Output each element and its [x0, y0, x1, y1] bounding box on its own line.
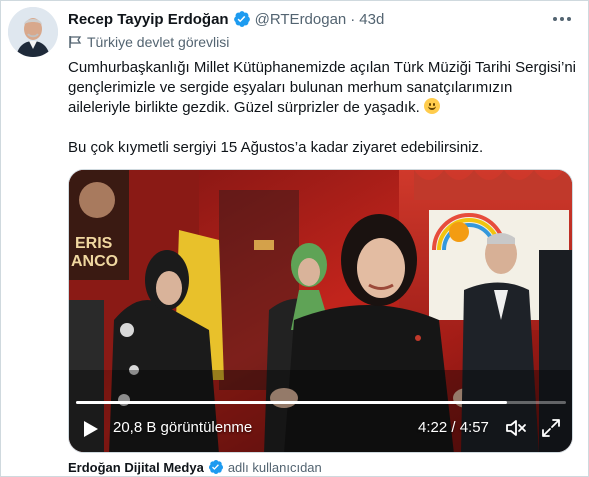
tweet-timestamp[interactable]: 43d — [359, 11, 384, 28]
government-label[interactable]: Türkiye devlet görevlisi — [68, 33, 229, 51]
more-options-icon[interactable] — [550, 11, 574, 27]
fullscreen-icon[interactable] — [541, 418, 561, 438]
video-timecode: 4:22 / 4:57 — [418, 419, 489, 436]
smiling-face-emoji-icon — [423, 98, 440, 114]
video-player[interactable]: ERIS ANCO 20,8 B görüntülenme 4:22 / 4:5… — [68, 169, 573, 453]
avatar[interactable] — [8, 7, 58, 57]
attribution-suffix: adlı kullanıcıdan — [227, 459, 322, 475]
author-name[interactable]: Recep Tayyip Erdoğan — [68, 11, 229, 28]
video-frame-image: ERIS ANCO — [69, 170, 572, 452]
government-label-text: Türkiye devlet görevlisi — [87, 34, 230, 50]
media-attribution: Erdoğan Dijital Medya adlı kullanıcıdan — [68, 458, 322, 476]
tweet-header: Recep Tayyip Erdoğan @RTErdogan · 43d — [68, 9, 384, 29]
wall-text-1: ERIS — [75, 235, 113, 252]
view-count: 20,8 B görüntülenme — [113, 419, 253, 436]
tweet-card[interactable]: Recep Tayyip Erdoğan @RTErdogan · 43d Tü… — [0, 0, 589, 477]
verified-badge-icon — [233, 11, 250, 27]
wall-text-2: ANCO — [71, 253, 118, 270]
tweet-paragraph-1: Cumhurbaşkanlığı Millet Kütüphanemizde a… — [68, 59, 577, 116]
author-handle[interactable]: @RTErdogan — [255, 11, 347, 28]
verified-badge-icon — [208, 460, 223, 474]
video-progress-fill — [76, 401, 508, 404]
video-controls: 20,8 B görüntülenme 4:22 / 4:57 — [69, 414, 572, 442]
volume-icon[interactable] — [505, 418, 527, 438]
attribution-name[interactable]: Erdoğan Dijital Medya — [68, 460, 204, 475]
play-icon[interactable] — [83, 420, 99, 438]
video-progress-bar[interactable] — [76, 401, 566, 404]
flag-icon — [69, 36, 82, 48]
tweet-paragraph-2: Bu çok kıymetli sergiyi 15 Ağustos’a kad… — [68, 139, 484, 156]
separator-dot: · — [350, 10, 356, 28]
tweet-text: Cumhurbaşkanlığı Millet Kütüphanemizde a… — [68, 58, 578, 158]
